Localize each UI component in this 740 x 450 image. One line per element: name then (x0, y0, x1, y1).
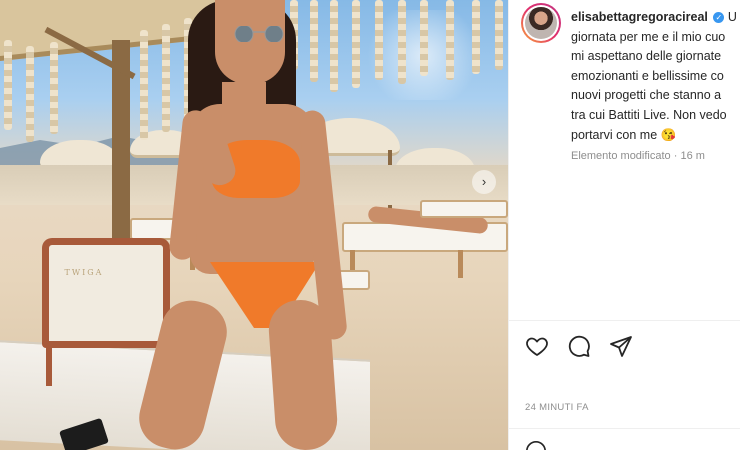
person-leg-right (266, 298, 340, 450)
caption-line: emozionanti e bellissime co (571, 68, 724, 83)
comment-icon[interactable] (567, 334, 593, 360)
chair-back (42, 238, 170, 348)
post-sidebar: elisabettagregoracireal ✓ U giornata per… (508, 0, 740, 450)
chevron-right-icon[interactable]: › (472, 170, 496, 194)
fringe (352, 0, 360, 88)
fringe (310, 0, 318, 82)
fringe (4, 40, 12, 130)
verified-badge-icon: ✓ (713, 12, 725, 24)
post-photo[interactable]: TWIGA › (0, 0, 508, 450)
caption-line: tra cui Battiti Live. Non vedo (571, 107, 727, 122)
post-timestamp[interactable]: 24 MINUTI FA (525, 402, 589, 413)
fringe (420, 0, 428, 76)
caption-line: portarvi con me (571, 127, 658, 142)
edited-time: 16 m (680, 150, 705, 162)
username-link[interactable]: elisabettagregoracireal (571, 10, 708, 24)
fringe (26, 46, 34, 142)
edited-info: Elemento modificato · 16 m (571, 150, 705, 162)
avatar[interactable] (521, 3, 561, 43)
fringe (162, 24, 170, 132)
fringe (398, 0, 406, 84)
lounger-leg (458, 250, 463, 278)
chair-leg (46, 346, 52, 386)
fringe (375, 0, 383, 80)
fringe (446, 0, 454, 80)
fringe (50, 42, 58, 134)
fringe (330, 0, 338, 92)
edited-separator: · (670, 150, 681, 162)
divider (509, 428, 740, 429)
post-caption: elisabettagregoracireal ✓ U giornata per… (571, 8, 740, 145)
kiss-emoji: 😘 (660, 127, 677, 142)
fringe (140, 30, 148, 140)
chair-brand: TWIGA (64, 268, 104, 277)
caption-line: giornata per me e il mio cuo (571, 29, 726, 44)
divider (509, 320, 740, 321)
fringe (472, 0, 480, 74)
sunglasses-icon (232, 24, 288, 44)
lounger (420, 200, 508, 218)
share-icon[interactable] (609, 334, 635, 360)
fringe (495, 0, 503, 70)
caption-line: nuovi progetti che stanno a (571, 88, 722, 103)
caption-line: mi aspettano delle giornate (571, 49, 722, 64)
edited-label: Elemento modificato (571, 150, 671, 162)
heart-icon[interactable] (525, 334, 551, 360)
emoji-icon[interactable] (525, 440, 547, 450)
post-actions (525, 334, 635, 360)
caption-first-fragment: U (727, 10, 737, 24)
